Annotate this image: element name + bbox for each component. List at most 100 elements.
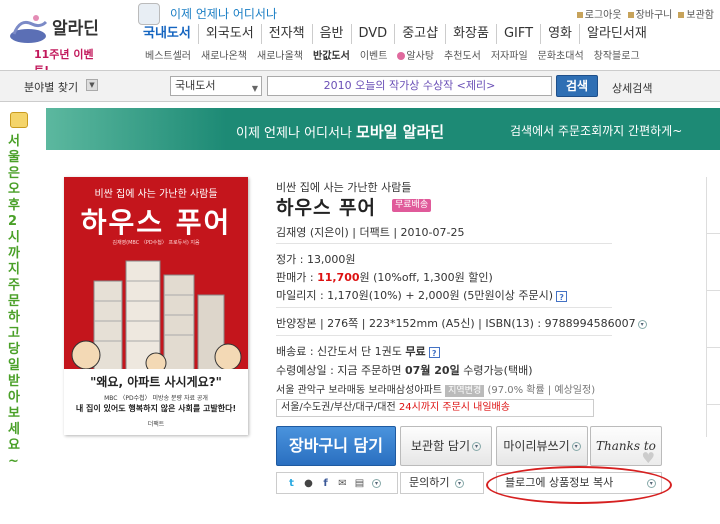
nav-music[interactable]: 음반 (311, 24, 351, 44)
help-icon[interactable]: ? (556, 290, 568, 302)
book-author-publisher-date[interactable]: 김재영 (지은이) | 더팩트 | 2010-07-25 (276, 224, 464, 240)
sale-price: 11,700 (317, 271, 360, 284)
apartment-illustration (71, 260, 242, 371)
delivery-truck-icon (10, 112, 28, 128)
chevron-down-icon[interactable]: ▾ (637, 319, 647, 329)
bullet-icon (678, 12, 685, 18)
sub-bestseller[interactable]: 베스트셀러 (140, 50, 196, 64)
sub-events[interactable]: 이벤트 (355, 50, 393, 64)
sub-creative-blog[interactable]: 창작블로그 (589, 50, 645, 64)
bullet-icon (576, 12, 583, 18)
nav-aladin-library[interactable]: 알라딘서재 (579, 24, 654, 44)
cover-publisher: 더팩트 (147, 421, 165, 428)
cover-title: 하우스 푸어 (80, 206, 232, 239)
nav-gift[interactable]: GIFT (495, 24, 540, 44)
search-input[interactable]: 2010 오늘의 작가상 수상작 <제리> (267, 76, 552, 96)
nav-ebooks[interactable]: 전자책 (260, 24, 312, 44)
nav-cosmetics[interactable]: 화장품 (445, 24, 496, 44)
nav-movies[interactable]: 영화 (540, 24, 579, 44)
sub-alsatang[interactable]: 알사탕 (392, 50, 439, 64)
share-icons: t ● f ✉ ▤ ▾ (276, 472, 398, 494)
sub-author-file[interactable]: 저자파일 (486, 50, 533, 64)
cover-author: 김재영(MBC 〈PD수첩〉 프로듀서) 지음 (112, 240, 200, 246)
cart-link[interactable]: 장바구니 (627, 6, 672, 21)
category-nav: 국내도서 외국도서 전자책 음반 DVD 중고샵 화장품 GIFT 영화 알라딘… (136, 24, 654, 44)
delivery-address-row: 서울 관악구 보라매동 보라매삼성아파트 지역변경 (97.0% 확률 | 예상… (276, 381, 595, 397)
book-title: 하우스 푸어 (276, 197, 377, 219)
right-panel-slot (707, 291, 720, 348)
region-change-button[interactable]: 지역변경 (445, 385, 485, 397)
add-to-wishlist-button[interactable]: 보관함 담기 ▾ (400, 426, 492, 466)
cover-subline-1: MBC 〈PD수첩〉 미방송 분량 자료 공개 (104, 395, 208, 402)
mail-icon[interactable]: ✉ (336, 477, 349, 490)
thanks-to-button[interactable]: Thanks to ♥ (590, 426, 662, 467)
list-price: 정가 : 13,000원 (276, 253, 356, 266)
chevron-down-icon: ▾ (454, 478, 464, 488)
chevron-down-icon[interactable]: ▼ (86, 79, 98, 91)
next-day-delivery-box: 서울/수도권/부산/대구/대전 24시까지 주문시 내일배송 (276, 399, 594, 417)
search-bar: 분야별 찾기 ▼ 국내도서 ▼ 2010 오늘의 작가상 수상작 <제리> 검색… (0, 70, 720, 102)
mobile-promo-top[interactable]: 이제 언제나 어디서나 (138, 3, 308, 25)
wishlist-link[interactable]: 보관함 (678, 6, 714, 21)
bullet-icon (627, 12, 634, 18)
inquiry-button[interactable]: 문의하기 ▾ (400, 472, 484, 494)
mileage-row: 마일리지 : 1,170원(10%) + 2,000원 (5만원이상 주문시)? (276, 287, 568, 303)
add-to-cart-button[interactable]: 장바구니 담기 (276, 426, 396, 466)
category-find-link[interactable]: 분야별 찾기 (24, 79, 78, 95)
highlight-oval (486, 466, 672, 504)
candy-icon (397, 52, 406, 60)
nav-korean-books[interactable]: 국내도서 (136, 24, 198, 44)
search-button[interactable]: 검색 (556, 75, 598, 97)
mobile-promo-text: 이제 언제나 어디서나 (170, 7, 277, 21)
chevron-down-icon[interactable]: ▾ (372, 478, 381, 488)
chevron-down-icon: ▼ (251, 84, 258, 93)
sub-half-price[interactable]: 반값도서 (308, 50, 355, 64)
same-day-delivery-banner[interactable]: 서울은 오후2시 까지 주문하고 당일받아보세요~ (0, 104, 30, 524)
chevron-down-icon: ▾ (472, 442, 481, 451)
mobile-aladin-banner[interactable]: 이제 언제나 어디서나 모바일 알라딘 검색에서 주문조회까지 간편하게~ (46, 108, 720, 150)
sub-new-books[interactable]: 새로나온책 (196, 50, 252, 64)
cover-bottom-panel: "왜요, 아파트 사시게요?" MBC 〈PD수첩〉 미방송 분량 자료 공개 … (64, 369, 248, 435)
chevron-down-icon: ▾ (571, 442, 581, 451)
phone-icon (138, 3, 160, 25)
divider (276, 243, 612, 244)
right-panel-slot (707, 348, 720, 405)
write-review-button[interactable]: 마이리뷰쓰기 ▾ (496, 426, 588, 466)
facebook-icon[interactable]: f (319, 477, 332, 490)
me2day-icon[interactable]: ● (302, 477, 315, 490)
advanced-search-link[interactable]: 상세검색 (612, 80, 652, 96)
sub-recommended[interactable]: 추천도서 (439, 50, 486, 64)
cover-tagline: 비싼 집에 사는 가난한 사람들 (94, 189, 218, 200)
logo-text: 알라딘 (52, 19, 99, 39)
right-panel-slot (707, 177, 720, 234)
free-shipping-badge: 무료배송 (392, 199, 432, 212)
book-cover-image[interactable]: 비싼 집에 사는 가난한 사람들 하우스 푸어 김재영(MBC 〈PD수첩〉 프… (64, 177, 248, 435)
delivery-accuracy: (97.0% 확률 | 예상일정) (487, 385, 596, 396)
same-day-delivery-text: 서울은 오후2시 까지 주문하고 당일받아보세요~ (8, 134, 20, 469)
specs-row: 반양장본 | 276쪽 | 223*152mm (A5신) | ISBN(13)… (276, 315, 647, 331)
banner-gradient (46, 108, 226, 150)
nav-foreign-books[interactable]: 외국도서 (197, 24, 261, 44)
right-panel-slot (707, 234, 720, 291)
search-scope-select[interactable]: 국내도서 ▼ (170, 76, 262, 96)
divider (276, 307, 612, 308)
specs-text: 반양장본 | 276쪽 | 223*152mm (A5신) | ISBN(13)… (276, 317, 636, 330)
site-logo[interactable]: 알라딘 11주년 이벤트! (4, 6, 104, 77)
right-side-panel (706, 177, 720, 437)
banner-headline: 이제 언제나 어디서나 모바일 알라딘 (236, 123, 445, 141)
genie-lamp-logo-icon (10, 15, 48, 43)
print-icon[interactable]: ▤ (353, 477, 366, 490)
top-links: 로그아웃 장바구니 보관함 (576, 6, 714, 21)
expected-date-row: 수령예상일 : 지금 주문하면 07월 20일 수령가능(택배) (276, 364, 533, 377)
sub-upcoming-books[interactable]: 새로나올책 (252, 50, 308, 64)
nav-dvd[interactable]: DVD (350, 24, 395, 44)
sale-price-row: 판매가 : 11,700원 (10%off, 1,300원 할인) (276, 271, 493, 284)
twitter-icon[interactable]: t (285, 477, 298, 490)
nav-used-shop[interactable]: 중고샵 (394, 24, 445, 44)
shipping-fee-row: 배송료 : 신간도서 단 1권도 무료? (276, 343, 440, 359)
sub-culture-invitation[interactable]: 문화초대석 (533, 50, 589, 64)
logout-link[interactable]: 로그아웃 (576, 6, 622, 21)
cover-quote: "왜요, 아파트 사시게요?" (90, 375, 222, 389)
divider (276, 335, 612, 336)
help-icon[interactable]: ? (428, 346, 440, 358)
